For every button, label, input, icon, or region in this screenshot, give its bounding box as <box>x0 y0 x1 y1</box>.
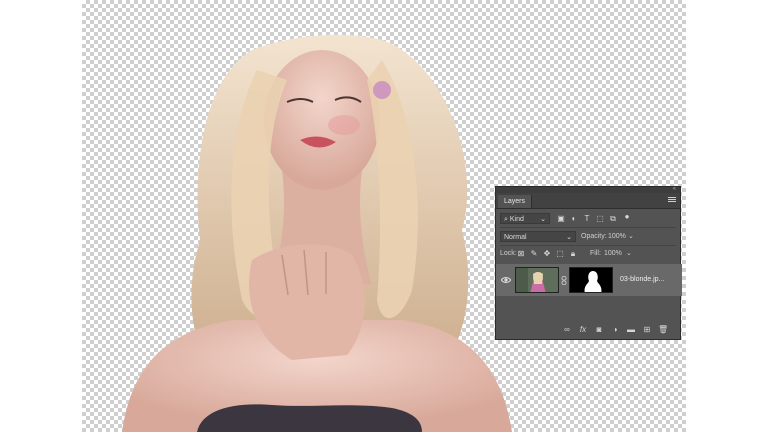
link-layers-icon[interactable]: ∞ <box>562 325 572 335</box>
fill-input[interactable]: 100% <box>604 249 622 259</box>
lock-paint-icon[interactable]: ✎ <box>529 249 539 259</box>
type-filter-icon[interactable]: T <box>582 214 592 224</box>
search-icon: ⌕ <box>504 216 508 223</box>
lock-move-icon[interactable]: ✥ <box>542 249 552 259</box>
opacity-label: Opacity: <box>581 233 607 240</box>
filter-toggle-icon[interactable]: ● <box>622 212 632 222</box>
lock-row: Lock: ⊠ ✎ ✥ ⬚ 🔒︎ Fill: 100% ⌄ <box>496 247 682 261</box>
folder-icon[interactable]: ▬ <box>626 325 636 335</box>
chevron-down-icon: ⌄ <box>540 216 546 223</box>
blend-row: Normal ⌄ Opacity: 100% ⌄ <box>496 230 682 244</box>
fx-icon[interactable]: fx <box>578 325 588 335</box>
tab-layers[interactable]: Layers <box>498 195 533 208</box>
filter-kind-value: Kind <box>509 216 524 223</box>
new-layer-icon[interactable]: ⊞ <box>642 325 652 335</box>
eye-icon[interactable] <box>501 275 511 285</box>
collapse-icon[interactable]: « <box>673 186 676 192</box>
shape-filter-icon[interactable]: ⬚ <box>595 214 605 224</box>
filter-kind-select[interactable]: ⌕ Kind ⌄ <box>500 213 550 224</box>
lock-artboard-icon[interactable]: ⬚ <box>555 249 565 259</box>
divider <box>500 245 676 246</box>
divider <box>500 227 676 228</box>
opacity-input[interactable]: 100% <box>608 232 626 242</box>
layer-row[interactable]: 03-blonde.jp... <box>496 264 682 296</box>
smart-object-filter-icon[interactable]: ⧉ <box>608 214 618 224</box>
lock-transparent-icon[interactable]: ⊠ <box>516 249 526 259</box>
filter-row: ⌕ Kind ⌄ ▣ ◐ T ⬚ ⧉ ● <box>496 212 682 226</box>
lock-label: Lock: <box>500 250 517 257</box>
layer-name[interactable]: 03-blonde.jp... <box>620 276 664 283</box>
panel-footer: ∞ fx ◙ ◑ ▬ ⊞ 🗑︎ <box>496 323 682 337</box>
image-filter-icon[interactable]: ▣ <box>556 214 566 224</box>
adjustment-filter-icon[interactable]: ◐ <box>569 214 579 224</box>
fill-chevron-icon[interactable]: ⌄ <box>626 249 632 259</box>
blend-mode-select[interactable]: Normal ⌄ <box>500 231 576 242</box>
chevron-down-icon: ⌄ <box>566 234 572 241</box>
fill-label: Fill: <box>590 250 601 257</box>
layer-mask-thumbnail[interactable] <box>569 267 613 293</box>
blend-mode-value: Normal <box>504 234 527 241</box>
mask-icon[interactable]: ◙ <box>594 325 604 335</box>
adjustment-icon[interactable]: ◑ <box>610 325 620 335</box>
lock-all-icon[interactable]: 🔒︎ <box>568 249 578 259</box>
link-icon[interactable] <box>561 276 567 285</box>
panel-menu-icon[interactable] <box>668 196 676 204</box>
panel-tab-bar: Layers <box>496 193 680 209</box>
layer-image-thumbnail[interactable] <box>515 267 559 293</box>
trash-icon[interactable]: 🗑︎ <box>658 325 668 335</box>
opacity-chevron-icon[interactable]: ⌄ <box>628 232 634 242</box>
layers-panel: « Layers ⌕ Kind ⌄ ▣ ◐ T ⬚ ⧉ ● Normal ⌄ O… <box>495 186 682 340</box>
